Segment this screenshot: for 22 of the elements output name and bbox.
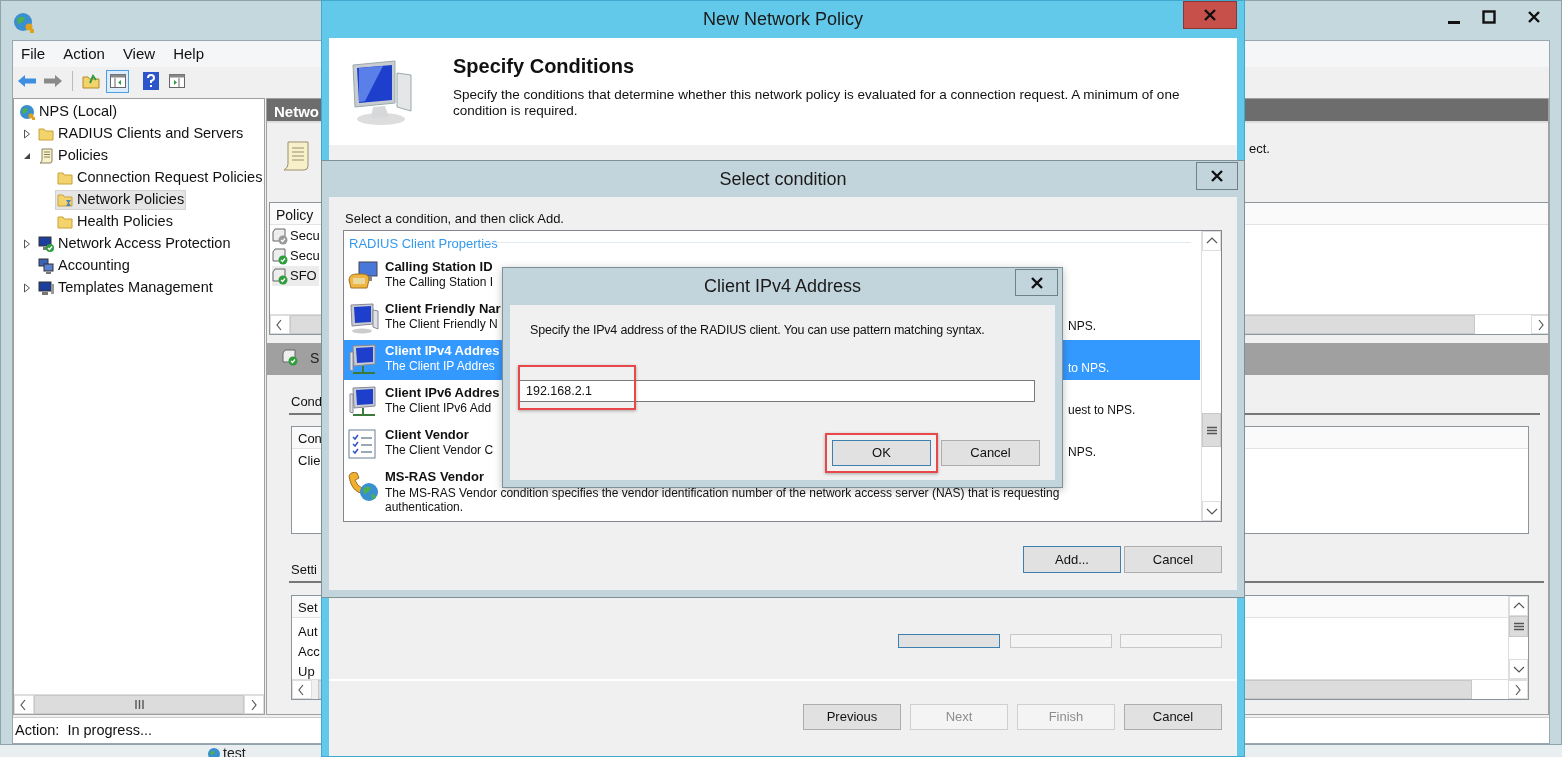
condition-description: uest to NPS. [1068, 402, 1136, 419]
condition-description: to NPS. [1068, 360, 1110, 377]
page-heading: Specify Conditions [453, 54, 636, 79]
dialog-title: Client IPv4 Address [703, 275, 862, 298]
table-cell-text: Clie [298, 452, 321, 470]
table-cell-text: Acc [298, 643, 320, 661]
condition-description: NPS. [1068, 318, 1096, 335]
pane-title: Netwo [274, 102, 319, 122]
condition-description: NPS. [1068, 444, 1096, 461]
description-text: Specify the conditions that determine whether this network policy is evaluated for a connection request. A minimum of one condition is required. [453, 87, 1181, 119]
group-label: Setti [291, 561, 317, 579]
dialog-title: Select condition [719, 167, 847, 191]
instruction-text: Select a condition, and then click Add. [345, 210, 564, 228]
table-cell-text: Up [298, 663, 315, 681]
group-header: RADIUS Client Properties [349, 235, 498, 253]
group-label: Cond [291, 393, 323, 411]
table-cell-text: Aut [298, 623, 318, 641]
description-text: ect. [1249, 140, 1270, 158]
section-title: S [310, 349, 320, 368]
window-title: New Network Policy [702, 8, 863, 31]
status-text: Action: In progress... [15, 720, 152, 740]
prompt-text: Specify the IPv4 address of the RADIUS client. You can use pattern matching syntax. [530, 322, 985, 339]
